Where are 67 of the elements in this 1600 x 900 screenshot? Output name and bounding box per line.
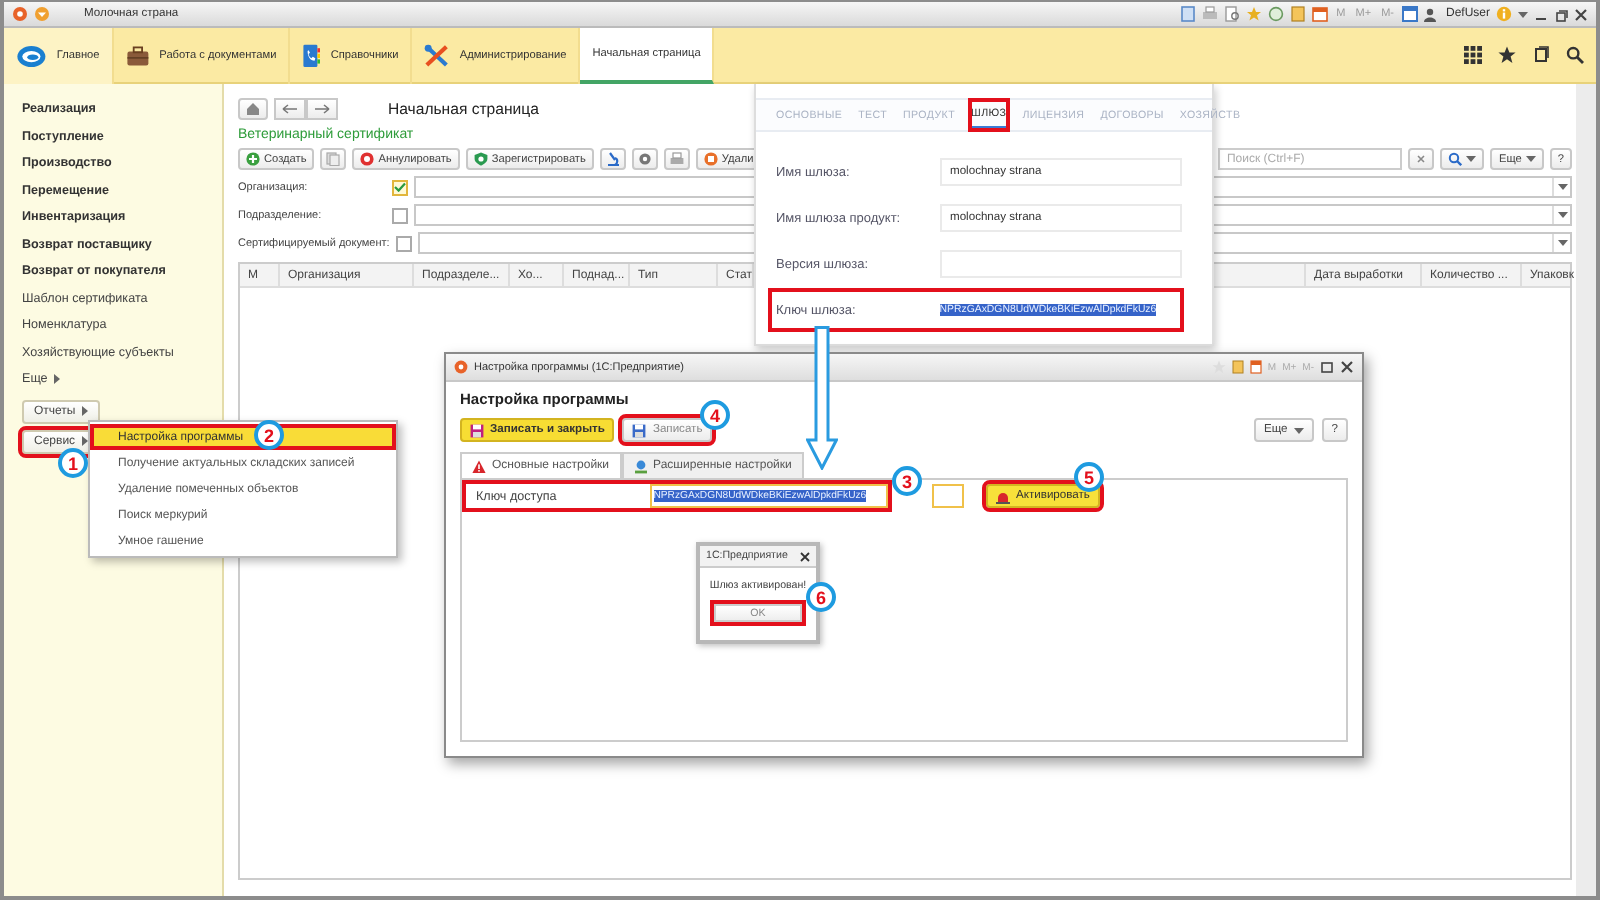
check-icon bbox=[394, 182, 406, 192]
caret-icon bbox=[1557, 240, 1567, 246]
gear-icon bbox=[637, 152, 652, 166]
delete-icon bbox=[703, 152, 718, 166]
print-icon[interactable] bbox=[1202, 6, 1219, 22]
save-icon bbox=[470, 423, 484, 437]
back-button[interactable] bbox=[274, 97, 306, 119]
close-icon[interactable] bbox=[800, 551, 810, 561]
home-icon bbox=[246, 101, 260, 115]
checkbox[interactable] bbox=[392, 179, 408, 195]
calendar-icon[interactable] bbox=[1312, 6, 1329, 22]
clear-button[interactable] bbox=[1408, 148, 1435, 170]
phonebook-icon bbox=[302, 44, 321, 68]
menu-icon[interactable] bbox=[34, 6, 50, 22]
info-icon[interactable] bbox=[1496, 6, 1512, 22]
caret-icon bbox=[53, 374, 60, 385]
search-button[interactable] bbox=[1440, 148, 1485, 170]
caret-icon bbox=[1557, 212, 1567, 218]
restore-icon[interactable] bbox=[1554, 7, 1568, 21]
caret-icon bbox=[1293, 427, 1304, 433]
app-icon bbox=[454, 360, 468, 374]
back-arrow-icon bbox=[282, 103, 298, 113]
close-icon[interactable] bbox=[1574, 7, 1588, 21]
gear-button[interactable] bbox=[631, 148, 658, 170]
warning-icon bbox=[472, 459, 486, 473]
cancel-icon bbox=[360, 152, 375, 166]
maximize-icon[interactable] bbox=[1320, 360, 1334, 374]
add-icon bbox=[246, 152, 260, 166]
logo-icon bbox=[16, 43, 47, 69]
forward-arrow-icon bbox=[314, 103, 330, 113]
forward-button[interactable] bbox=[306, 97, 338, 119]
briefcase-icon bbox=[125, 45, 150, 67]
microscope-icon bbox=[605, 152, 620, 166]
caret-icon bbox=[1518, 11, 1528, 17]
panel-icon[interactable] bbox=[1401, 6, 1418, 22]
print-icon bbox=[669, 152, 684, 166]
search-icon[interactable] bbox=[1566, 46, 1584, 64]
preview-icon[interactable] bbox=[1224, 6, 1241, 22]
calendar-icon[interactable] bbox=[1249, 360, 1262, 374]
text-field[interactable] bbox=[932, 484, 964, 508]
caret-icon bbox=[1557, 184, 1567, 190]
document-icon[interactable] bbox=[1180, 6, 1197, 22]
save-icon bbox=[632, 423, 647, 437]
copy-icon bbox=[326, 152, 341, 166]
calculator-icon[interactable] bbox=[1231, 360, 1244, 374]
star-icon[interactable] bbox=[1498, 46, 1516, 64]
shield-icon bbox=[473, 152, 488, 166]
app-icon[interactable] bbox=[12, 6, 28, 22]
caret-icon bbox=[81, 406, 88, 416]
caret-icon bbox=[1466, 156, 1477, 162]
microscope-button[interactable] bbox=[599, 148, 626, 170]
home-button[interactable] bbox=[238, 97, 268, 119]
user-icon bbox=[1423, 7, 1436, 21]
checkbox[interactable] bbox=[395, 235, 412, 251]
search-icon bbox=[1448, 152, 1463, 166]
caret-icon bbox=[1525, 156, 1536, 162]
close-icon[interactable] bbox=[1340, 360, 1354, 374]
calculator-icon[interactable] bbox=[1290, 6, 1307, 22]
star-icon[interactable] bbox=[1246, 6, 1263, 22]
checkbox[interactable] bbox=[392, 207, 408, 223]
print-button[interactable] bbox=[663, 148, 690, 170]
beacon-icon bbox=[996, 489, 1010, 503]
copy-button[interactable] bbox=[320, 148, 347, 170]
grid-icon[interactable] bbox=[1464, 46, 1482, 64]
tools-icon bbox=[424, 44, 450, 68]
close-icon bbox=[1416, 154, 1427, 164]
network-icon bbox=[633, 459, 648, 473]
